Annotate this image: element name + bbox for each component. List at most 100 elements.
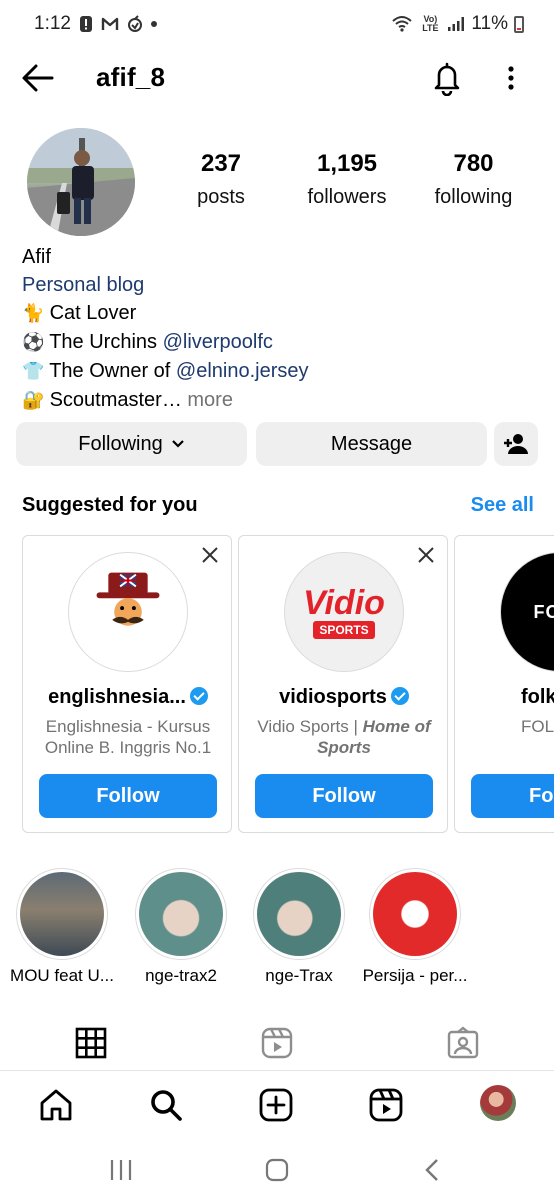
battery-icon xyxy=(514,15,524,33)
mention-link[interactable]: @liverpoolfc xyxy=(163,331,273,353)
search-icon[interactable] xyxy=(148,1087,184,1123)
suggested-header: Suggested for you See all xyxy=(22,494,534,522)
close-icon[interactable] xyxy=(417,546,435,564)
highlight-ring xyxy=(253,868,345,960)
suggested-username[interactable]: englishnesia... xyxy=(23,686,233,709)
highlight-thumbnail xyxy=(20,872,104,956)
status-time: 1:12 xyxy=(34,13,71,34)
soccer-ball-emoji-icon: ⚽ xyxy=(22,332,45,353)
posts-count: 237 xyxy=(200,150,242,177)
battery-percent: 11% xyxy=(471,13,508,34)
highlight-label: nge-trax2 xyxy=(145,966,217,985)
posts-stat[interactable]: 237 posts xyxy=(190,150,252,209)
highlight-ring xyxy=(135,868,227,960)
following-count: 780 xyxy=(453,150,494,177)
lock-emoji-icon: 🔐 xyxy=(22,390,45,411)
followers-stat[interactable]: 1,195 followers xyxy=(300,150,394,209)
reels-tab-icon[interactable] xyxy=(260,1026,294,1060)
see-all-link[interactable]: See all xyxy=(471,494,534,517)
suggested-username[interactable]: vidiosports xyxy=(239,686,449,709)
suggested-card[interactable]: englishnesia... Englishnesia - Kursus On… xyxy=(22,535,232,833)
suggested-description-text: Vidio Sports | xyxy=(257,717,363,736)
home-button-icon[interactable] xyxy=(262,1156,292,1184)
folk-logo-text: FOLK xyxy=(533,601,554,622)
close-icon[interactable] xyxy=(201,546,219,564)
back-button-icon[interactable] xyxy=(418,1156,448,1184)
gmail-icon xyxy=(101,16,119,32)
suggested-username[interactable]: folk xyxy=(521,686,554,709)
profile-actions: Following Message xyxy=(16,422,538,466)
mention-link[interactable]: @elnino.jersey xyxy=(176,360,309,382)
message-button-label: Message xyxy=(330,432,413,455)
suggested-cards: englishnesia... Englishnesia - Kursus On… xyxy=(22,535,554,833)
highlight-ring xyxy=(16,868,108,960)
bottom-navigation xyxy=(0,1070,554,1138)
follow-button[interactable]: Fo xyxy=(471,774,554,818)
bio-line: 👕 The Owner of @elnino.jersey xyxy=(22,357,532,386)
add-user-icon xyxy=(504,434,528,454)
app-notification-icon xyxy=(127,15,143,33)
bio-text: Scoutmaster… xyxy=(49,389,182,411)
profile-tabs xyxy=(0,1018,554,1068)
more-options-icon[interactable] xyxy=(498,60,524,96)
highlight-label: Persija - per... xyxy=(362,966,468,985)
suggested-card[interactable]: Vidio SPORTS vidiosports Vidio Sports | … xyxy=(238,535,448,833)
more-notifications-dot-icon xyxy=(150,21,157,27)
story-highlights: MOU feat U... nge-trax2 nge-Trax Persija… xyxy=(0,868,554,992)
bio-line: ⚽ The Urchins @liverpoolfc xyxy=(22,328,532,357)
bio-text: The Urchins xyxy=(49,331,163,353)
alert-notification-icon xyxy=(79,15,93,33)
shirt-emoji-icon: 👕 xyxy=(22,361,45,382)
notification-bell-icon[interactable] xyxy=(430,60,464,97)
network-label: Vo) LTE xyxy=(422,14,439,33)
followers-count: 1,195 xyxy=(316,150,378,177)
posts-label: posts xyxy=(197,186,245,208)
suggested-description: Englishnesia - Kursus Online B. Inggris … xyxy=(44,717,212,757)
suggested-avatar[interactable]: Vidio SPORTS xyxy=(284,552,404,672)
highlight-label: MOU feat U... xyxy=(10,966,114,985)
highlight-label: nge-Trax xyxy=(265,966,333,985)
follow-button[interactable]: Follow xyxy=(39,774,217,818)
highlight-item[interactable]: Persija - per... xyxy=(356,868,474,986)
profile-category: Personal blog xyxy=(22,274,145,296)
grid-tab-icon[interactable] xyxy=(74,1026,108,1060)
bio-more-link[interactable]: more xyxy=(182,389,233,411)
following-label: following xyxy=(434,186,513,208)
chevron-down-icon xyxy=(171,440,184,448)
suggested-description: FOLK xyxy=(521,717,554,736)
volte-icon: Vo) LTE xyxy=(419,15,441,33)
reels-icon[interactable] xyxy=(368,1087,404,1123)
suggested-description: Vidio Sports | Home of Sports xyxy=(249,716,439,758)
add-user-button[interactable] xyxy=(494,422,538,466)
highlight-thumbnail xyxy=(257,872,341,956)
following-stat[interactable]: 780 following xyxy=(426,150,521,209)
create-post-icon[interactable] xyxy=(258,1087,294,1123)
suggested-title: Suggested for you xyxy=(22,494,198,516)
follow-button[interactable]: Follow xyxy=(255,774,433,818)
highlight-thumbnail xyxy=(373,872,457,956)
suggested-avatar[interactable] xyxy=(68,552,188,672)
vidio-logo-text: Vidio xyxy=(303,584,385,622)
suggested-avatar[interactable]: FOLK xyxy=(500,552,554,672)
following-button[interactable]: Following xyxy=(16,422,247,466)
message-button[interactable]: Message xyxy=(256,422,487,466)
suggested-card[interactable]: FOLK folk FOLK Fo xyxy=(454,535,554,833)
recent-apps-icon[interactable] xyxy=(106,1156,136,1184)
home-icon[interactable] xyxy=(38,1087,74,1123)
highlight-item[interactable]: nge-trax2 xyxy=(122,868,240,986)
profile-avatar[interactable] xyxy=(27,128,135,236)
tagged-tab-icon[interactable] xyxy=(446,1026,480,1060)
highlight-ring xyxy=(369,868,461,960)
profile-nav-avatar[interactable] xyxy=(480,1085,516,1121)
vidio-logo-subtext: SPORTS xyxy=(313,621,375,639)
highlight-item[interactable]: nge-Trax xyxy=(240,868,358,986)
verified-badge-icon xyxy=(390,687,409,705)
system-navigation-bar xyxy=(0,1140,554,1200)
highlight-item[interactable]: MOU feat U... xyxy=(3,868,121,986)
highlight-thumbnail xyxy=(139,872,223,956)
following-button-label: Following xyxy=(78,432,163,455)
signal-icon xyxy=(447,16,465,32)
suggested-username-text: englishnesia... xyxy=(48,686,186,708)
status-bar: 1:12 Vo) LTE 11% xyxy=(0,0,554,48)
back-arrow-icon[interactable] xyxy=(20,60,56,96)
